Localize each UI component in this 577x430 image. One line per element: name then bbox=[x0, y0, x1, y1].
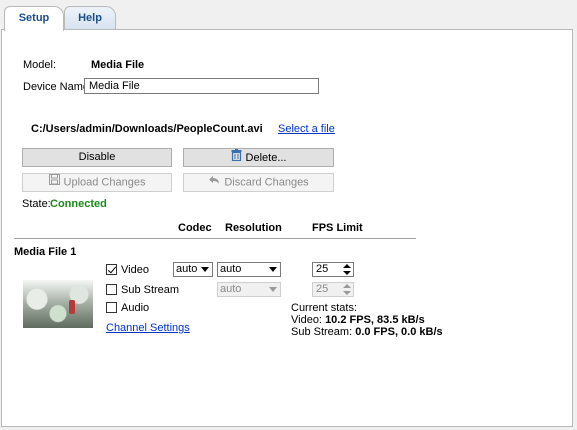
discard-changes-label: Discard Changes bbox=[224, 176, 309, 189]
video-stats-value: 10.2 FPS, 83.5 kB/s bbox=[325, 314, 425, 326]
discard-changes-button[interactable]: Discard Changes bbox=[183, 173, 334, 192]
spinner-arrows-icon[interactable] bbox=[342, 284, 351, 295]
fps-limit-header: FPS Limit bbox=[312, 222, 363, 234]
video-stats: Video: 10.2 FPS, 83.5 kB/s bbox=[291, 314, 425, 326]
codec-header: Codec bbox=[178, 222, 212, 234]
chevron-down-icon bbox=[269, 267, 277, 272]
channel-settings-link[interactable]: Channel Settings bbox=[106, 322, 190, 334]
tab-setup[interactable]: Setup bbox=[4, 6, 64, 31]
model-label: Model: bbox=[23, 59, 57, 71]
sub-fps-value: 25 bbox=[316, 283, 329, 295]
file-path: C:/Users/admin/Downloads/PeopleCount.avi bbox=[31, 123, 263, 135]
disable-button-label: Disable bbox=[78, 151, 116, 163]
device-name-value: Media File bbox=[89, 80, 140, 92]
audio-checkbox[interactable] bbox=[106, 302, 117, 313]
tab-setup-label: Setup bbox=[18, 12, 50, 24]
delete-button-label: Delete... bbox=[245, 151, 287, 164]
trash-icon bbox=[231, 149, 242, 167]
upload-changes-button[interactable]: Upload Changes bbox=[22, 173, 172, 192]
video-resolution-select[interactable]: auto bbox=[217, 262, 281, 277]
chevron-down-icon bbox=[201, 267, 209, 272]
video-codec-value: auto bbox=[176, 263, 198, 275]
video-checkbox[interactable] bbox=[106, 264, 117, 275]
sub-fps-spinner[interactable]: 25 bbox=[312, 282, 354, 297]
device-name-label: Device Name: bbox=[23, 81, 93, 93]
select-file-link[interactable]: Select a file bbox=[278, 123, 335, 135]
state-value: Connected bbox=[50, 198, 107, 210]
section-title: Media File 1 bbox=[14, 246, 77, 258]
sub-stats-value: 0.0 FPS, 0.0 kB/s bbox=[355, 326, 443, 338]
sub-stats-label: Sub Stream: bbox=[291, 326, 353, 338]
upload-changes-label: Upload Changes bbox=[63, 176, 146, 189]
spinner-arrows-icon[interactable] bbox=[342, 264, 351, 275]
video-label: Video bbox=[121, 264, 149, 276]
video-fps-value: 25 bbox=[316, 263, 329, 275]
sub-stream-stats: Sub Stream: 0.0 FPS, 0.0 kB/s bbox=[291, 326, 443, 338]
sub-stream-checkbox[interactable] bbox=[106, 284, 117, 295]
video-resolution-value: auto bbox=[220, 263, 242, 275]
audio-label: Audio bbox=[121, 302, 150, 314]
floppy-disk-icon bbox=[48, 174, 60, 191]
sub-stream-label: Sub Stream bbox=[121, 284, 180, 296]
header-divider bbox=[14, 238, 416, 239]
resolution-header: Resolution bbox=[225, 222, 282, 234]
video-codec-select[interactable]: auto bbox=[173, 262, 213, 277]
undo-arrow-icon bbox=[208, 174, 220, 191]
state-label: State: bbox=[22, 198, 51, 210]
device-name-field[interactable]: Media File bbox=[84, 78, 319, 94]
video-fps-spinner[interactable]: 25 bbox=[312, 262, 354, 277]
video-stats-label: Video: bbox=[291, 314, 322, 326]
model-value: Media File bbox=[91, 59, 145, 71]
delete-button[interactable]: Delete... bbox=[183, 148, 334, 167]
video-thumbnail bbox=[23, 280, 93, 328]
chevron-down-icon bbox=[269, 287, 277, 292]
stats-title: Current stats: bbox=[291, 302, 358, 314]
tab-help-label: Help bbox=[78, 12, 102, 24]
sub-resolution-select[interactable]: auto bbox=[217, 282, 281, 297]
disable-button[interactable]: Disable bbox=[22, 148, 172, 167]
tab-help[interactable]: Help bbox=[64, 6, 116, 29]
sub-resolution-value: auto bbox=[220, 283, 242, 295]
